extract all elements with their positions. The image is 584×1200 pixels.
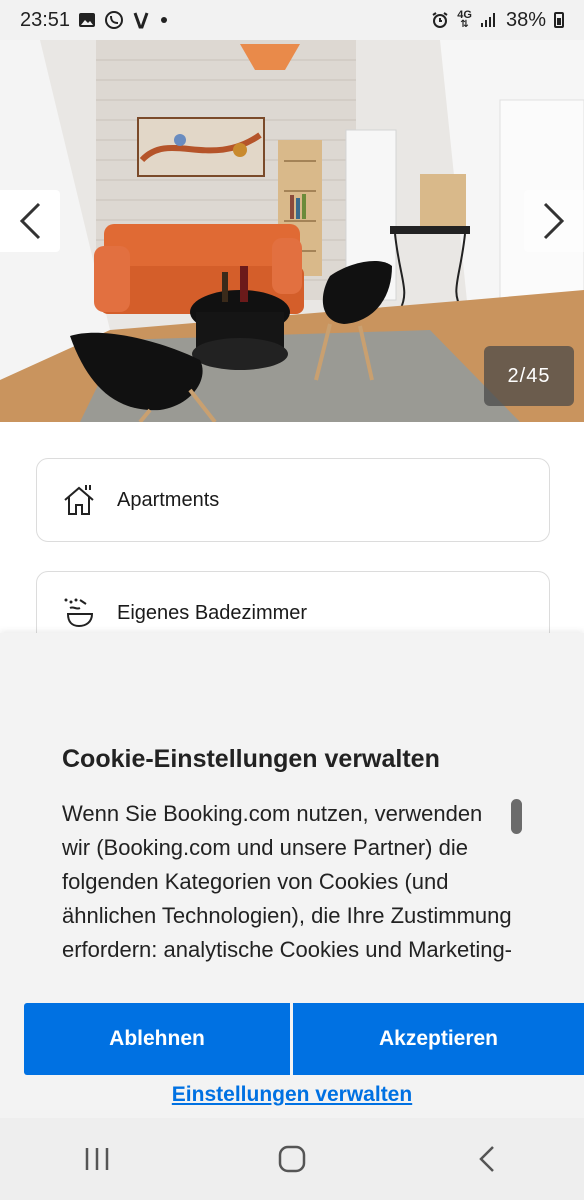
battery-percent: 38% [505, 8, 546, 31]
property-photo[interactable]: 2/45 [0, 40, 584, 422]
viber-icon [104, 10, 124, 30]
cookie-consent-sheet: Cookie-Einstellungen verwalten Wenn Sie … [0, 633, 584, 1118]
accept-button[interactable]: Akzeptieren [293, 1003, 584, 1075]
home-button[interactable] [252, 1129, 332, 1189]
screen: 23:51 4G ⇅ 38% 2/45 Apartments Eigenes B… [0, 0, 584, 1200]
gallery-icon [78, 11, 96, 29]
photo-counter: 2/45 [484, 346, 574, 406]
feature-label: Apartments [117, 488, 220, 511]
chevron-left-icon [19, 202, 41, 240]
status-right: 4G ⇅ 38% [431, 9, 564, 32]
chevron-right-icon [543, 202, 565, 240]
previous-photo-button[interactable] [0, 190, 60, 252]
cookie-title: Cookie-Einstellungen verwalten [62, 745, 440, 773]
house-icon [61, 482, 97, 518]
cookie-scrollbar[interactable] [511, 799, 522, 834]
network-4g-icon: 4G ⇅ [457, 9, 472, 30]
recent-apps-button[interactable] [57, 1129, 137, 1189]
reject-button[interactable]: Ablehnen [24, 1003, 290, 1075]
dot-icon [158, 14, 170, 26]
battery-icon [554, 12, 564, 28]
status-left: 23:51 [20, 9, 170, 32]
system-nav-bar [0, 1118, 584, 1200]
recent-apps-icon [86, 1148, 109, 1170]
cookie-description[interactable]: Wenn Sie Booking.com nutzen, verwenden w… [62, 797, 512, 1003]
alarm-icon [431, 11, 449, 29]
bathtub-icon [61, 595, 97, 631]
clock: 23:51 [20, 8, 71, 31]
back-button[interactable] [447, 1129, 527, 1189]
vodafone-icon [132, 11, 150, 29]
feature-label: Eigenes Badezimmer [117, 601, 308, 624]
home-icon [278, 1145, 306, 1173]
signal-icon [480, 12, 498, 28]
next-photo-button[interactable] [524, 190, 584, 252]
manage-settings-link[interactable]: Einstellungen verwalten [0, 1083, 584, 1107]
status-bar: 23:51 4G ⇅ 38% [0, 0, 584, 40]
back-icon [478, 1146, 494, 1172]
feature-apartments: Apartments [36, 458, 550, 542]
